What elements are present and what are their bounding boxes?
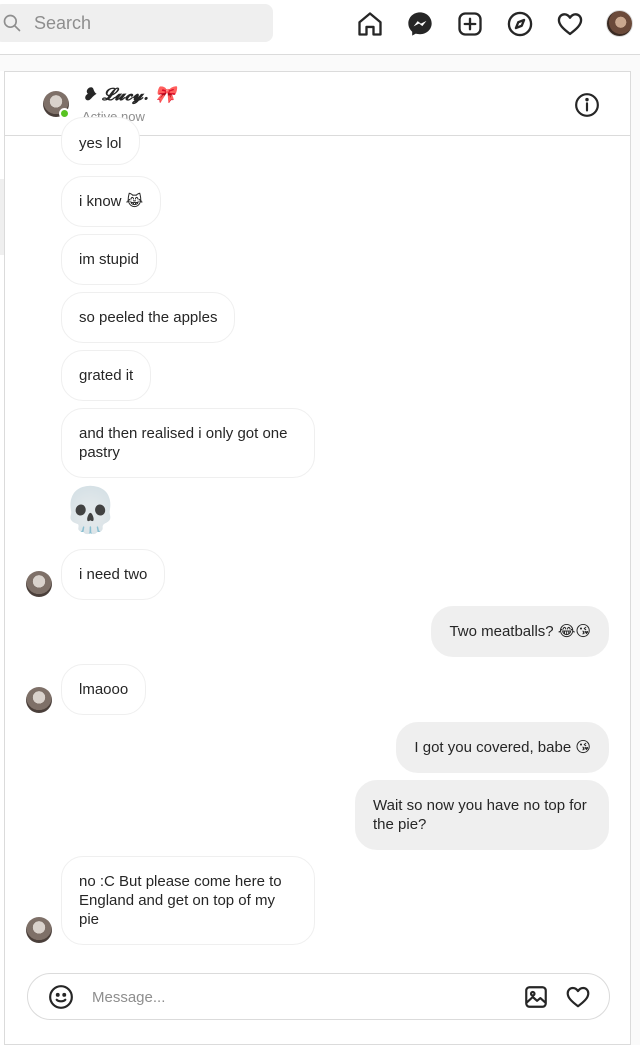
- message-bubble[interactable]: i know 😹: [61, 176, 162, 227]
- emoji-icon[interactable]: [48, 984, 74, 1010]
- online-indicator: [59, 108, 70, 119]
- search-icon: [3, 14, 21, 32]
- message-bubble-sent[interactable]: Two meatballs? 😂😘: [431, 606, 609, 657]
- top-navigation: [0, 0, 640, 55]
- sender-avatar[interactable]: [26, 917, 52, 943]
- chat-panel: ❥ 𝓛𝓾𝓬𝔂. 🎀 Active now yes lol i know 😹 im…: [4, 71, 631, 1045]
- message-bubble[interactable]: so peeled the apples: [61, 292, 236, 343]
- search-input[interactable]: [34, 12, 254, 34]
- activity-heart-icon[interactable]: [556, 10, 584, 38]
- message-bubble[interactable]: i need two: [61, 549, 166, 600]
- message-bubble[interactable]: lmaooo: [61, 664, 147, 715]
- message-bubble[interactable]: grated it: [61, 350, 152, 401]
- sender-avatar[interactable]: [26, 687, 52, 713]
- message-bubble-sent[interactable]: Wait so now you have no top for the pie?: [355, 780, 609, 850]
- message-bubble[interactable]: im stupid: [61, 234, 158, 285]
- message-bubble-sent[interactable]: I got you covered, babe 😘: [396, 722, 609, 773]
- image-icon[interactable]: [523, 984, 549, 1010]
- new-post-icon[interactable]: [456, 10, 484, 38]
- sender-avatar[interactable]: [26, 571, 52, 597]
- message-composer: [27, 973, 610, 1020]
- contact-name[interactable]: ❥ 𝓛𝓾𝓬𝔂. 🎀: [82, 85, 176, 105]
- message-bubble[interactable]: no :C But please come here to England an…: [61, 856, 315, 945]
- message-input[interactable]: [92, 986, 512, 1008]
- message-bubble[interactable]: yes lol: [61, 117, 140, 165]
- like-heart-icon[interactable]: [565, 984, 591, 1010]
- home-icon[interactable]: [356, 10, 384, 38]
- profile-avatar[interactable]: [606, 10, 633, 37]
- search-bar[interactable]: [0, 4, 273, 42]
- info-icon[interactable]: [574, 92, 600, 118]
- emoji-message[interactable]: 💀: [63, 486, 118, 536]
- explore-icon[interactable]: [506, 10, 534, 38]
- messenger-icon[interactable]: [406, 10, 434, 38]
- message-bubble[interactable]: and then realised i only got one pastry: [61, 408, 315, 478]
